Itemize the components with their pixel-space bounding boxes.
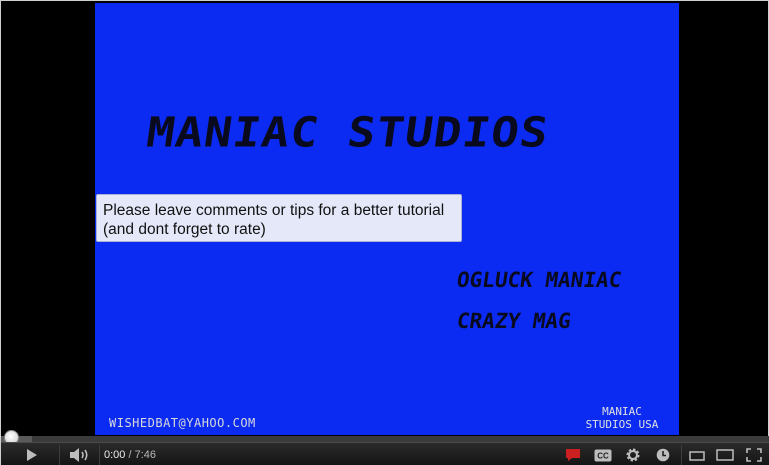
time-display: 0:00 / 7:46	[104, 443, 156, 465]
watch-later-button[interactable]	[652, 443, 674, 465]
fullscreen-icon	[746, 448, 762, 462]
title-art: MANIAC STUDIOS	[143, 107, 553, 157]
annotations-button[interactable]	[562, 443, 584, 465]
brand-line-2: STUDIOS USA	[585, 418, 659, 431]
control-bar: 0:00 / 7:46 CC	[1, 442, 769, 465]
volume-icon	[70, 448, 88, 462]
annotation-note[interactable]: Please leave comments or tips for a bett…	[96, 194, 462, 242]
fullscreen-button[interactable]	[741, 443, 767, 465]
settings-icon	[626, 448, 640, 462]
video-player: MANIAC STUDIOS OGLUCK MANIAC CRAZY MAG W…	[0, 0, 769, 465]
brand-line-1: MANIAC	[602, 405, 642, 418]
play-icon	[27, 449, 37, 461]
large-player-icon	[716, 449, 734, 461]
volume-button[interactable]	[63, 443, 97, 465]
time-separator: /	[125, 449, 135, 461]
settings-button[interactable]	[621, 443, 645, 465]
duration: 7:46	[134, 449, 157, 461]
small-player-button[interactable]	[684, 443, 710, 465]
footer-email: WISHEDBAT@YAHOO.COM	[109, 416, 256, 430]
svg-text:CC: CC	[597, 451, 609, 460]
current-time: 0:00	[104, 449, 126, 461]
video-frame[interactable]: MANIAC STUDIOS OGLUCK MANIAC CRAZY MAG W…	[95, 3, 679, 435]
captions-icon: CC	[594, 449, 612, 461]
watch-later-icon	[656, 448, 670, 462]
annotations-icon	[566, 449, 580, 461]
play-button[interactable]	[15, 443, 49, 465]
large-player-button[interactable]	[712, 443, 738, 465]
credit-line-1: OGLUCK MANIAC	[455, 268, 624, 292]
credit-line-2: CRAZY MAG	[455, 309, 573, 333]
captions-button[interactable]: CC	[591, 443, 615, 465]
small-player-icon	[689, 450, 705, 461]
footer-brand: MANIAC STUDIOS USA	[577, 405, 667, 431]
